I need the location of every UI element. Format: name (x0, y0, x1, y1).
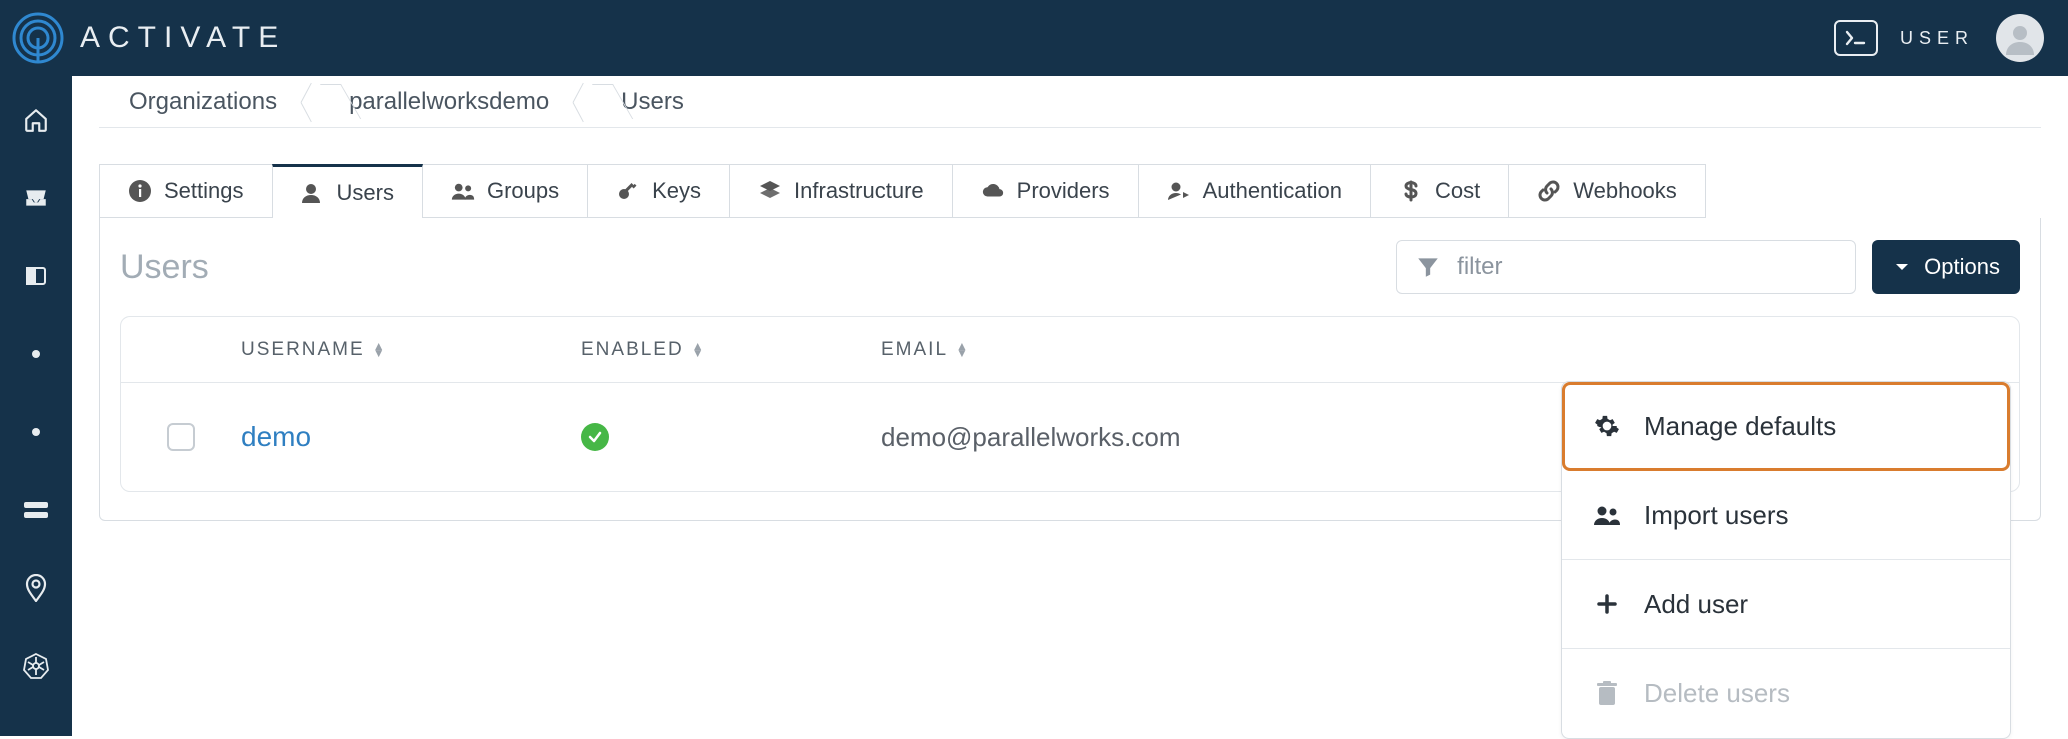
tab-label: Webhooks (1573, 178, 1677, 204)
tabs: Settings Users Groups Keys (99, 164, 1908, 218)
terminal-icon (1845, 30, 1867, 46)
sort-icon: ▲▼ (956, 343, 970, 357)
link-icon (1537, 179, 1561, 203)
key-icon (616, 179, 640, 203)
panel-title: Users (120, 248, 209, 287)
avatar-icon (2003, 21, 2037, 55)
breadcrumb-item[interactable]: Organizations (99, 76, 301, 127)
tab-label: Authentication (1203, 178, 1342, 204)
navbar: ACTIVATE USER (0, 0, 2068, 76)
rail-wheel-icon[interactable] (20, 650, 52, 682)
col-label: EMAIL (881, 339, 948, 361)
tab-label: Settings (164, 178, 244, 204)
breadcrumb-item[interactable]: Users (593, 76, 708, 127)
cloud-icon (981, 179, 1005, 203)
menu-label: Delete users (1644, 678, 1790, 709)
terminal-button[interactable] (1834, 20, 1878, 56)
info-icon (128, 179, 152, 203)
users-table: USERNAME ▲▼ ENABLED ▲▼ EMAIL ▲▼ demo (120, 316, 2020, 492)
users-icon (451, 179, 475, 203)
main: Organizations parallelworksdemo Users Se… (99, 76, 2068, 736)
dollar-icon (1399, 179, 1423, 203)
tab-cost[interactable]: Cost (1370, 164, 1509, 218)
user-icon (301, 181, 325, 205)
row-checkbox[interactable] (167, 423, 195, 451)
rail-inbox-icon[interactable] (20, 182, 52, 214)
brand-logo-icon (12, 12, 64, 64)
tab-users[interactable]: Users (272, 164, 423, 218)
rail-panel-icon[interactable] (20, 260, 52, 292)
user-label: USER (1900, 28, 1974, 49)
gear-icon (1592, 413, 1622, 439)
tab-label: Groups (487, 178, 559, 204)
breadcrumbs: Organizations parallelworksdemo Users (99, 76, 2041, 128)
tab-authentication[interactable]: Authentication (1138, 164, 1371, 218)
tab-infrastructure[interactable]: Infrastructure (729, 164, 953, 218)
layers-icon (758, 179, 782, 203)
col-email[interactable]: EMAIL ▲▼ (881, 339, 2019, 361)
panel-head: Users Options (120, 240, 2020, 294)
check-icon (588, 430, 602, 444)
menu-label: Manage defaults (1644, 411, 1836, 442)
tab-keys[interactable]: Keys (587, 164, 730, 218)
menu-add-user[interactable]: Add user (1562, 560, 2010, 649)
brand-name: ACTIVATE (80, 21, 286, 55)
content: Settings Users Groups Keys (99, 128, 2068, 736)
rail-dot-2[interactable] (20, 416, 52, 448)
tab-label: Users (337, 180, 394, 206)
navbar-right: USER (1834, 14, 2044, 62)
username-link[interactable]: demo (241, 421, 311, 452)
filter-icon (1415, 254, 1441, 280)
rail-pin-icon[interactable] (20, 572, 52, 604)
breadcrumb-sep (301, 76, 321, 127)
chevron-down-icon (1892, 257, 1912, 277)
tab-webhooks[interactable]: Webhooks (1508, 164, 1706, 218)
brand: ACTIVATE (12, 12, 286, 64)
tab-label: Cost (1435, 178, 1480, 204)
options-menu: Manage defaults Import users Add user (1561, 381, 2011, 739)
tab-label: Providers (1017, 178, 1110, 204)
table-header: USERNAME ▲▼ ENABLED ▲▼ EMAIL ▲▼ (121, 317, 2019, 383)
menu-import-users[interactable]: Import users (1562, 471, 2010, 560)
sort-icon: ▲▼ (692, 343, 706, 357)
rail-home-icon[interactable] (20, 104, 52, 136)
options-label: Options (1924, 254, 2000, 280)
rail-dot-1[interactable] (20, 338, 52, 370)
trash-icon (1592, 681, 1622, 707)
menu-label: Import users (1644, 500, 1789, 531)
auth-icon (1167, 179, 1191, 203)
side-rail (0, 76, 72, 736)
avatar[interactable] (1996, 14, 2044, 62)
options-button[interactable]: Options (1872, 240, 2020, 294)
col-enabled[interactable]: ENABLED ▲▼ (581, 339, 881, 361)
tab-providers[interactable]: Providers (952, 164, 1139, 218)
plus-icon (1592, 592, 1622, 616)
menu-label: Add user (1644, 589, 1748, 620)
sort-icon: ▲▼ (373, 343, 387, 357)
enabled-badge (581, 423, 609, 451)
tab-groups[interactable]: Groups (422, 164, 588, 218)
menu-manage-defaults[interactable]: Manage defaults (1562, 382, 2010, 471)
users-panel: Users Options USERNAME ▲▼ (99, 218, 2041, 521)
col-label: USERNAME (241, 339, 365, 361)
menu-delete-users[interactable]: Delete users (1562, 649, 2010, 738)
filter-wrap[interactable] (1396, 240, 1856, 294)
users-icon (1592, 503, 1622, 527)
email-text: demo@parallelworks.com (881, 422, 1181, 452)
breadcrumb-sep (573, 76, 593, 127)
tab-label: Infrastructure (794, 178, 924, 204)
col-label: ENABLED (581, 339, 684, 361)
tab-label: Keys (652, 178, 701, 204)
breadcrumb-item[interactable]: parallelworksdemo (321, 76, 573, 127)
tab-settings[interactable]: Settings (99, 164, 273, 218)
col-username[interactable]: USERNAME ▲▼ (241, 339, 581, 361)
rail-server-icon[interactable] (20, 494, 52, 526)
filter-input[interactable] (1455, 252, 1837, 282)
